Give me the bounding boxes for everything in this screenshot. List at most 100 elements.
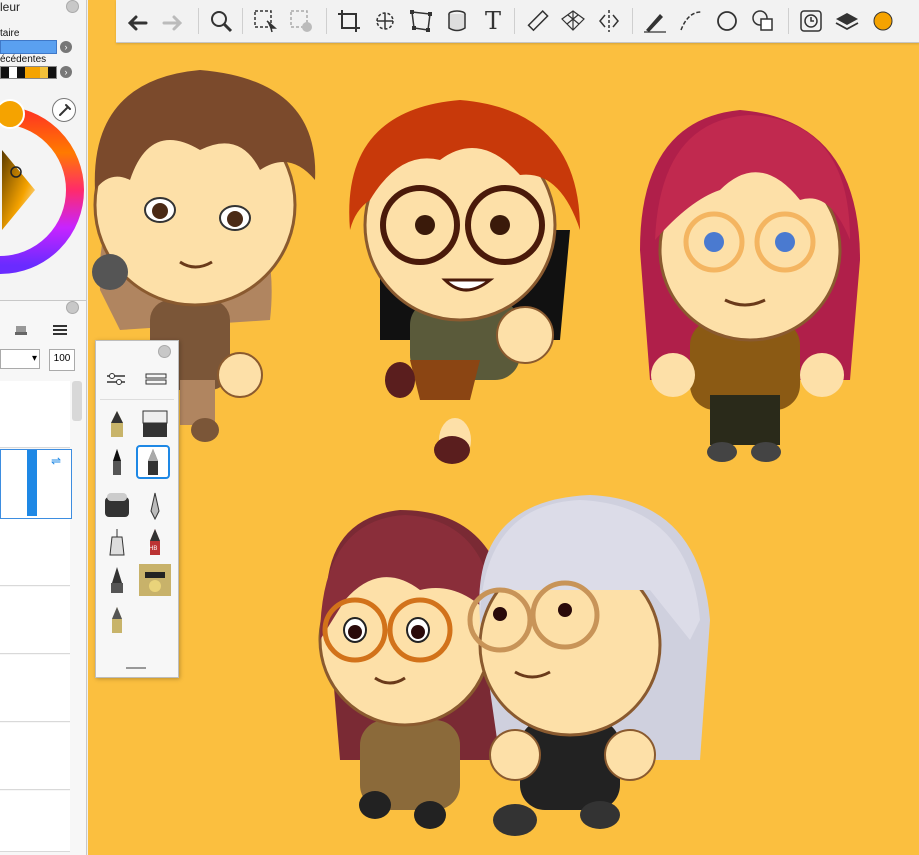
ruler-button[interactable] [520,4,554,38]
layer-row[interactable] [0,587,70,654]
pencil-yellow-brush-icon [111,411,123,437]
layers-button[interactable] [830,4,864,38]
brush-palette: HB [95,340,179,678]
complementary-arrow-button[interactable]: › [60,41,72,53]
layer-row[interactable] [0,655,70,722]
layer-row[interactable] [0,519,70,586]
brush-library-button[interactable] [144,369,168,389]
time-lapse-button[interactable] [794,4,828,38]
technical-pen-brush-icon [109,529,125,556]
fine-pen-brush-icon [150,492,160,521]
layer-opacity-slider[interactable] [27,450,37,516]
brush-settings-button[interactable] [104,369,128,389]
ellipse-icon [717,11,737,31]
crop-button[interactable] [332,4,366,38]
zoom-icon [211,11,233,33]
color-panel-close-button[interactable] [66,0,79,13]
perspective-icon [561,10,585,31]
eyedropper-button[interactable] [52,98,76,122]
eraser-brush-icon [142,410,168,437]
undo-button[interactable] [120,4,154,38]
redo-button[interactable] [156,4,190,38]
ellipse-button[interactable] [710,4,744,38]
complementary-color-bar[interactable] [0,40,57,54]
zoom-button[interactable] [204,4,238,38]
custom-brush-icon [139,564,171,596]
layers-panel-close-button[interactable] [66,301,79,314]
transform-button[interactable] [368,4,402,38]
redo-icon [162,15,183,31]
layers-panel: ▾ 100 ⇌ [0,300,86,855]
selection-button[interactable] [248,4,282,38]
complementary-label: taire [0,28,20,39]
layer-row-selected[interactable]: ⇌ [0,449,72,519]
blend-mode-chevron-icon: ▾ [31,353,37,364]
distort-button[interactable] [404,4,438,38]
brush-item[interactable] [100,407,134,441]
pen-button[interactable] [638,4,672,38]
small-pencil-brush-icon [112,607,122,633]
toolbar-separator [632,8,633,34]
grid-icon [145,373,167,385]
character-maroon-hair [318,510,510,829]
brush-item[interactable] [100,563,134,597]
ruler-icon [527,10,549,32]
layers-menu-icon[interactable] [52,323,68,337]
brush-palette-divider [100,399,174,400]
hb-pencil-brush-icon [150,529,160,555]
layer-row[interactable] [0,381,70,448]
airbrush-brush-icon [105,493,129,517]
layer-row[interactable] [0,723,70,790]
layers-scrollbar[interactable] [72,381,82,421]
layer-blend-icon[interactable]: ⇌ [51,454,61,468]
brush-item[interactable] [100,603,134,637]
brush-item[interactable] [100,489,134,523]
blend-mode-select[interactable]: ▾ [0,349,40,369]
brush-item-selected[interactable] [136,445,170,479]
previous-colors-arrow-button[interactable]: › [60,66,72,78]
text-icon: T [484,7,501,35]
fill-icon [448,10,466,32]
ink-brush-icon [111,567,123,593]
brush-item[interactable] [138,563,172,597]
brush-palette-close-button[interactable] [158,345,171,358]
previous-colors-label: écédentes [0,54,47,65]
time-icon [800,10,822,32]
eyedropper-icon [59,104,71,116]
brush-item[interactable]: HB [138,525,172,559]
text-button[interactable]: T [476,4,510,38]
toolbar-separator [198,8,199,34]
drawing-canvas[interactable] [88,0,919,855]
curve-button[interactable] [674,4,708,38]
hb-pencil-label: HB [149,546,158,552]
brush-item[interactable] [138,407,172,441]
previous-colors-strip[interactable] [0,66,57,79]
symmetry-icon [599,10,619,32]
brush-item[interactable] [138,489,172,523]
layer-clear-icon[interactable] [14,323,28,337]
transform-icon [376,12,394,30]
toolbar-separator [788,8,789,34]
opacity-field[interactable]: 100 [49,349,75,371]
brush-palette-resize-handle[interactable] [126,667,146,669]
sliders-icon [107,373,125,385]
shape-icon [752,10,773,31]
curve-icon [680,11,702,31]
fill-button[interactable] [440,4,474,38]
canvas-artwork [92,70,860,836]
pen-icon [644,14,666,33]
shape-button[interactable] [746,4,780,38]
color-button[interactable] [866,4,900,38]
deselect-icon [290,10,312,32]
layer-row[interactable] [0,791,70,852]
brush-item[interactable] [100,445,134,479]
deselect-button[interactable] [284,4,318,38]
distort-icon [410,10,432,32]
ballpoint-brush-icon [148,449,158,475]
character-silver-hair [467,495,710,836]
color-icon [873,11,893,31]
symmetry-button[interactable] [592,4,626,38]
brush-item[interactable] [100,525,134,559]
perspective-button[interactable] [556,4,590,38]
toolbar: T [116,0,919,43]
